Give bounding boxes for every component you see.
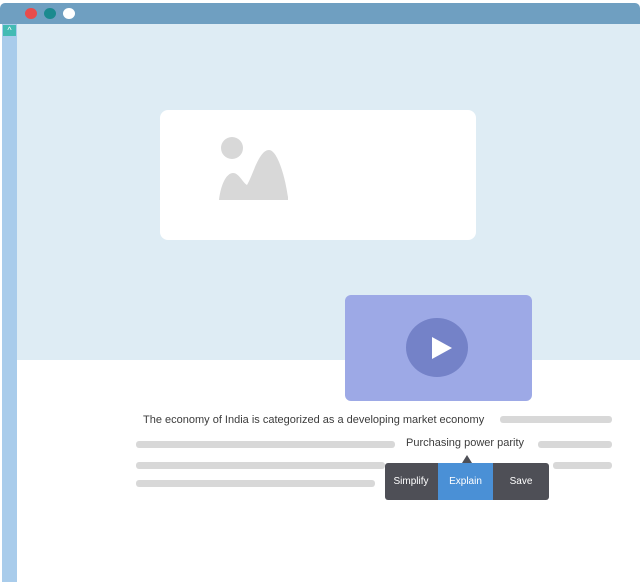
chevron-up-icon[interactable]: ^	[3, 25, 16, 36]
image-placeholder-icon	[219, 137, 288, 200]
text-line-placeholder	[136, 480, 375, 487]
image-placeholder-card	[160, 110, 476, 240]
text-line-placeholder	[136, 441, 395, 448]
vertical-scrollbar[interactable]	[2, 24, 17, 582]
article-sentence: The economy of India is categorized as a…	[143, 414, 485, 426]
play-button[interactable]	[406, 318, 468, 377]
text-line-placeholder	[136, 462, 385, 469]
explain-button[interactable]: Explain	[438, 463, 493, 500]
play-icon	[432, 337, 452, 359]
minimize-window-button[interactable]	[44, 8, 56, 19]
selection-toolbar: Simplify Explain Save	[385, 463, 549, 500]
window-titlebar	[0, 3, 640, 24]
highlighted-phrase[interactable]: Purchasing power parity	[406, 437, 524, 449]
text-line-placeholder	[553, 462, 612, 469]
text-line-placeholder	[500, 416, 612, 423]
close-window-button[interactable]	[25, 8, 37, 19]
text-line-placeholder	[538, 441, 612, 448]
toolbar-pointer	[462, 455, 472, 463]
maximize-window-button[interactable]	[63, 8, 75, 19]
simplify-button[interactable]: Simplify	[385, 463, 437, 500]
save-button[interactable]: Save	[493, 463, 549, 500]
